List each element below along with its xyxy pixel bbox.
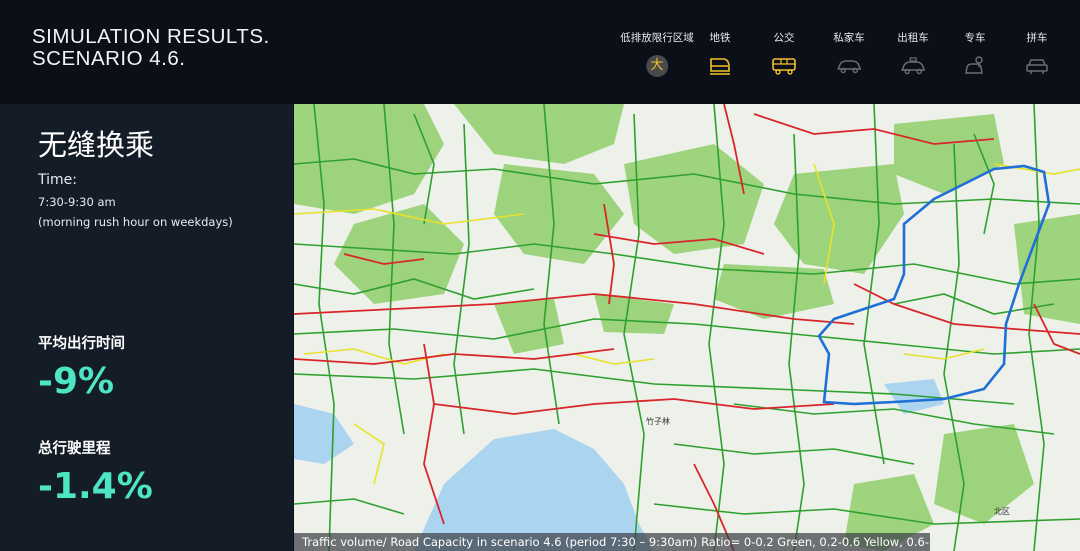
mode-private-car[interactable]: 私家车 — [833, 31, 865, 77]
mode-label: 地铁 — [709, 32, 731, 44]
page-title: SIMULATION RESULTS. SCENARIO 4.6. — [32, 26, 270, 70]
mode-label: 专车 — [964, 32, 986, 44]
mode-label: 低排放限行区域 — [620, 32, 694, 44]
mode-ride-hailing[interactable]: 专车 — [962, 31, 988, 77]
taxi-icon — [900, 55, 926, 77]
mode-label: 私家车 — [833, 32, 865, 44]
metric-value-travel-time: -9% — [38, 361, 115, 402]
traffic-map[interactable]: 竹子林 北区 — [294, 104, 1080, 551]
metric-label-mileage: 总行驶里程 — [38, 441, 111, 457]
mode-bus[interactable]: 公交 — [771, 31, 797, 77]
time-value: 7:30-9:30 am — [38, 195, 116, 209]
map-caption: Traffic volume/ Road Capacity in scenari… — [294, 533, 930, 551]
metric-label-travel-time: 平均出行时间 — [38, 336, 125, 352]
bus-icon — [771, 55, 797, 77]
mode-metro[interactable]: 地铁 — [707, 31, 733, 77]
carpool-icon — [1024, 55, 1050, 77]
map-label-zhuzilin: 竹子林 — [646, 416, 670, 426]
mode-label: 拼车 — [1026, 32, 1048, 44]
header-bar: SIMULATION RESULTS. SCENARIO 4.6. 低排放限行区… — [0, 0, 1080, 104]
mode-taxi[interactable]: 出租车 — [897, 31, 929, 77]
time-note: (morning rush hour on weekdays) — [38, 215, 233, 229]
mode-carpool[interactable]: 拼车 — [1024, 31, 1050, 77]
map-label-north: 北区 — [994, 507, 1010, 516]
metric-value-mileage: -1.4% — [38, 466, 153, 507]
private-car-icon — [836, 55, 862, 77]
mode-label: 公交 — [773, 32, 795, 44]
section-title: 无缝换乘 — [38, 128, 155, 162]
time-label: Time: — [38, 172, 77, 188]
low-emission-zone-icon: 大 — [646, 55, 668, 77]
ride-hailing-icon — [962, 55, 988, 77]
mode-low-emission-zone[interactable]: 低排放限行区域 大 — [620, 31, 694, 77]
title-line-2: SCENARIO 4.6. — [32, 47, 186, 70]
metro-icon — [707, 55, 733, 77]
results-sidebar: 无缝换乘 Time: 7:30-9:30 am (morning rush ho… — [0, 104, 293, 551]
title-line-1: SIMULATION RESULTS. — [32, 25, 270, 48]
mode-label: 出租车 — [897, 32, 929, 44]
map-canvas: 竹子林 北区 — [294, 104, 1080, 551]
